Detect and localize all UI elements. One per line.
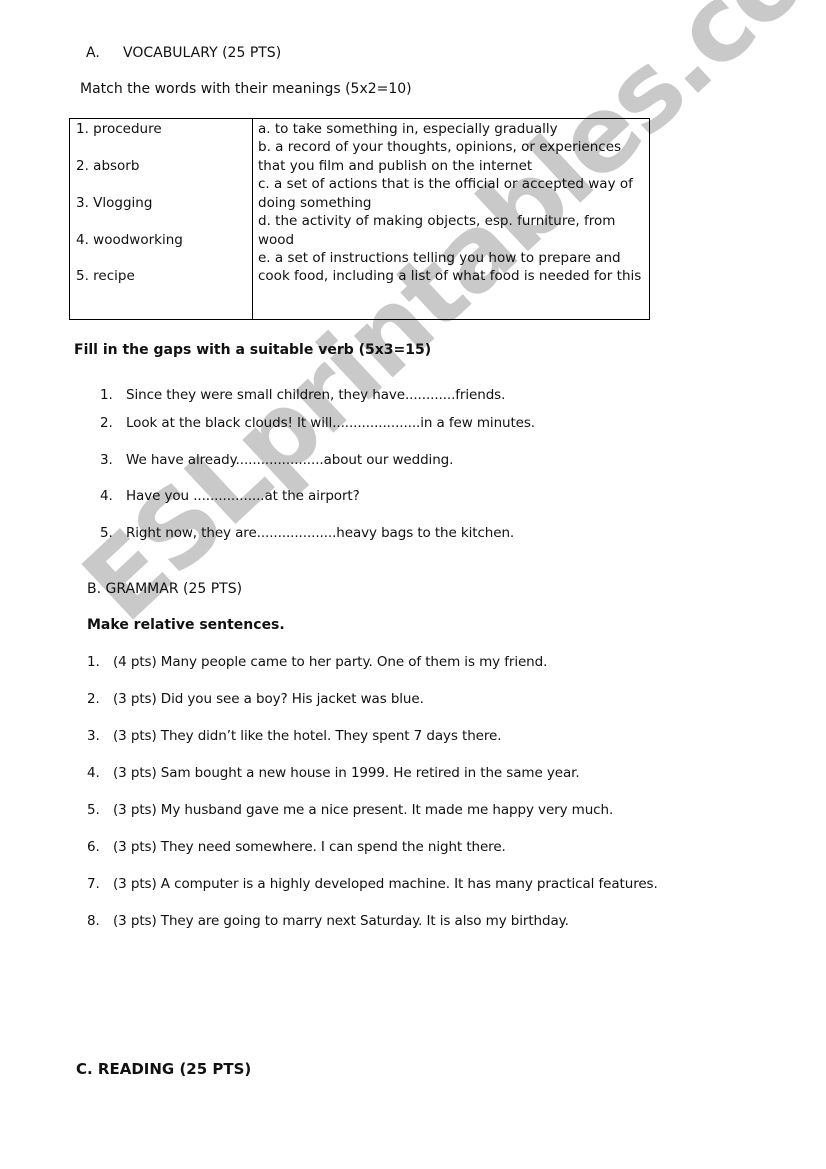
meaning-line: wood bbox=[258, 232, 295, 248]
meaning-line: that you film and publish on the interne… bbox=[258, 158, 533, 174]
item-number: 1. bbox=[100, 387, 113, 403]
item-number: 3. bbox=[100, 452, 113, 468]
word-item: 4. woodworking bbox=[76, 232, 183, 248]
item-text: We have already.....................abou… bbox=[126, 452, 454, 468]
item-text: Have you .................at the airport… bbox=[126, 488, 360, 504]
item-number: 2. bbox=[100, 415, 113, 431]
word-item: 1. procedure bbox=[76, 121, 162, 137]
match-instruction: Match the words with their meanings (5x2… bbox=[80, 81, 412, 97]
item-number: 8. bbox=[87, 913, 100, 929]
word-item: 2. absorb bbox=[76, 158, 140, 174]
fill-item: 1. Since they were small children, they h… bbox=[100, 387, 505, 403]
item-text: (3 pts) They need somewhere. I can spend… bbox=[113, 839, 506, 855]
item-number: 5. bbox=[87, 802, 100, 818]
grammar-item: 3. (3 pts) They didn’t like the hotel. Th… bbox=[87, 728, 502, 744]
item-number: 4. bbox=[87, 765, 100, 781]
grammar-item: 4. (3 pts) Sam bought a new house in 1999… bbox=[87, 765, 580, 781]
item-text: (4 pts) Many people came to her party. O… bbox=[113, 654, 548, 670]
item-number: 6. bbox=[87, 839, 100, 855]
fill-item: 3. We have already.....................ab… bbox=[100, 452, 453, 468]
item-text: (3 pts) My husband gave me a nice presen… bbox=[113, 802, 614, 818]
item-text: (3 pts) A computer is a highly developed… bbox=[113, 876, 658, 892]
relative-instruction: Make relative sentences. bbox=[87, 617, 285, 633]
item-number: 5. bbox=[100, 525, 113, 541]
fill-item: 4. Have you .................at the airpo… bbox=[100, 488, 360, 504]
meaning-line: cook food, including a list of what food… bbox=[258, 268, 642, 284]
fill-item: 5. Right now, they are...................… bbox=[100, 525, 514, 541]
table-column-divider bbox=[252, 119, 253, 319]
fill-instruction: Fill in the gaps with a suitable verb (5… bbox=[74, 342, 432, 358]
item-text: Look at the black clouds! It will.......… bbox=[126, 415, 536, 431]
grammar-item: 5. (3 pts) My husband gave me a nice pres… bbox=[87, 802, 613, 818]
fill-item: 2. Look at the black clouds! It will.....… bbox=[100, 415, 535, 431]
meaning-line: e. a set of instructions telling you how… bbox=[258, 250, 621, 266]
meaning-line: d. the activity of making objects, esp. … bbox=[258, 213, 616, 229]
item-text: (3 pts) They are going to marry next Sat… bbox=[113, 913, 569, 929]
item-text: Since they were small children, they hav… bbox=[126, 387, 506, 403]
meaning-line: c. a set of actions that is the official… bbox=[258, 176, 633, 192]
item-number: 1. bbox=[87, 654, 100, 670]
word-item: 3. Vlogging bbox=[76, 195, 153, 211]
vocabulary-table: 1. procedure 2. absorb 3. Vlogging 4. wo… bbox=[69, 118, 650, 320]
meaning-line: a. to take something in, especially grad… bbox=[258, 121, 558, 137]
item-text: Right now, they are...................he… bbox=[126, 525, 515, 541]
grammar-item: 2. (3 pts) Did you see a boy? His jacket … bbox=[87, 691, 424, 707]
item-number: 7. bbox=[87, 876, 100, 892]
item-text: (3 pts) They didn’t like the hotel. They… bbox=[113, 728, 502, 744]
section-a-title: VOCABULARY (25 PTS) bbox=[123, 45, 282, 61]
item-number: 4. bbox=[100, 488, 113, 504]
section-b-title: B. GRAMMAR (25 PTS) bbox=[87, 581, 243, 597]
grammar-item: 8. (3 pts) They are going to marry next S… bbox=[87, 913, 569, 929]
section-c-title: C. READING (25 PTS) bbox=[76, 1060, 252, 1078]
section-a-letter: A. bbox=[86, 45, 100, 61]
grammar-item: 1. (4 pts) Many people came to her party.… bbox=[87, 654, 547, 670]
grammar-item: 7. (3 pts) A computer is a highly develop… bbox=[87, 876, 658, 892]
meaning-line: b. a record of your thoughts, opinions, … bbox=[258, 139, 622, 155]
item-text: (3 pts) Sam bought a new house in 1999. … bbox=[113, 765, 580, 781]
item-text: (3 pts) Did you see a boy? His jacket wa… bbox=[113, 691, 424, 707]
word-item: 5. recipe bbox=[76, 268, 135, 284]
grammar-item: 6. (3 pts) They need somewhere. I can spe… bbox=[87, 839, 506, 855]
meaning-line: doing something bbox=[258, 195, 372, 211]
item-number: 2. bbox=[87, 691, 100, 707]
item-number: 3. bbox=[87, 728, 100, 744]
